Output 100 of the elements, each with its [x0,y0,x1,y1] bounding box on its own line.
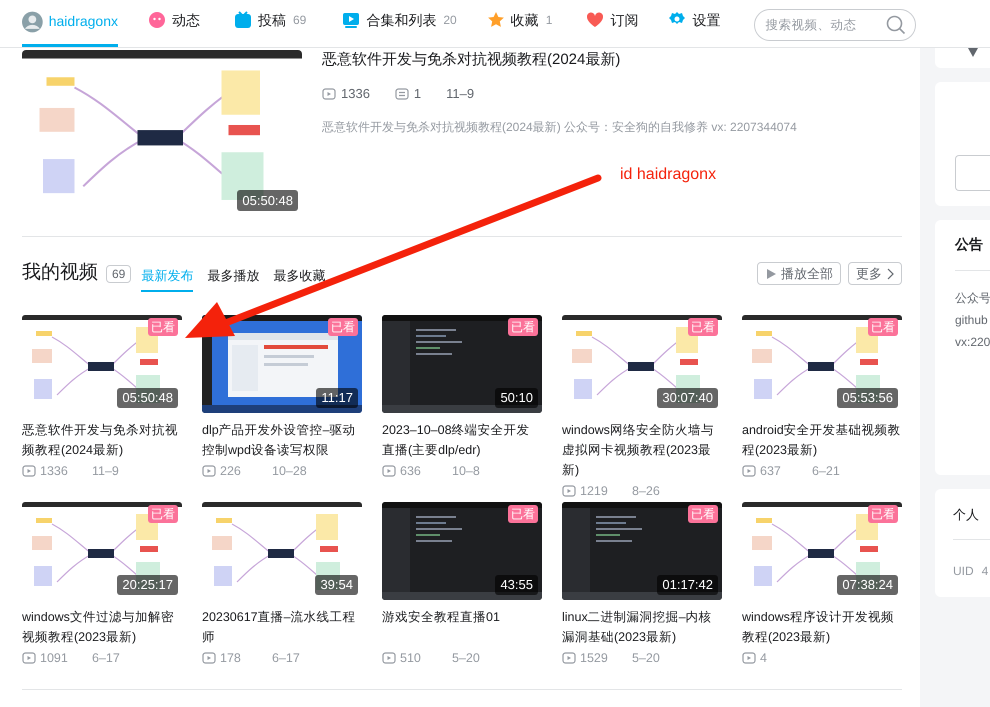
play-count-icon [22,464,36,478]
chevron-right-icon [886,268,894,280]
annotation-text: id haidragonx [620,165,716,185]
upload-date: 11–9 [92,463,119,480]
view-count: 1091 [40,650,69,667]
video-title[interactable]: 恶意软件开发与免杀对抗视频教程(2024最新) [322,50,797,70]
field-label: UID [953,563,974,580]
duration-label: 20:25:17 [117,575,178,595]
video-title[interactable]: linux二进制漏洞挖掘–内核漏洞基础(2023最新) [562,607,722,647]
duration-label: 43:55 [495,575,538,595]
video-count-badge: 69 [106,265,132,283]
nav-item[interactable]: 合集和列表 20 [342,0,457,47]
play-count-icon [742,651,756,666]
upload-date: 6–21 [812,463,840,480]
nav-item[interactable]: 投稿 69 [234,0,306,47]
video-title[interactable]: windows网络安全防火墙与虚拟网卡视频教程(2023最新) [562,420,722,480]
sort-tab[interactable]: 最多播放 [207,266,260,292]
play-count-icon [562,484,576,498]
video-title[interactable]: android安全开发基础视频教程(2023最新) [742,420,902,460]
video-thumbnail[interactable]: 已看 05:50:48 [22,315,182,413]
view-count: 1336 [341,85,370,103]
field-value: 4 [982,563,988,580]
video-thumbnail[interactable]: 已看 11:17 [202,315,362,413]
watched-badge: 已看 [508,505,538,523]
view-count: 178 [220,650,242,667]
play-count-icon [382,464,396,478]
watched-badge: 已看 [868,318,898,336]
duration-label: 50:10 [495,388,538,408]
upload-date: 5–20 [632,650,660,667]
duration-label: 05:50:48 [117,388,178,408]
nav-item[interactable]: 订阅 [586,0,638,47]
tv-icon [234,11,252,29]
watched-badge: 已看 [868,505,898,523]
video-thumbnail[interactable]: 已看 01:17:42 [562,502,722,600]
duration-label: 01:17:42 [657,575,718,595]
duration-label: 07:38:24 [837,575,898,595]
watched-badge: 已看 [688,505,718,523]
more-button[interactable]: 更多 [848,262,902,285]
star-icon [486,11,505,29]
duration-label: 05:53:56 [837,388,898,408]
video-title[interactable]: 2023–10–08终端安全开发直播(主要dlp/edr) [382,420,542,460]
view-count: 1336 [40,463,69,480]
watched-badge: 已看 [508,318,538,336]
watched-badge: 已看 [148,318,178,336]
play-count-icon [382,651,396,666]
video-thumbnail[interactable]: 39:54 [202,502,362,600]
view-count: 4 [760,650,768,667]
video-thumbnail[interactable]: 已看 43:55 [382,502,542,600]
video-description: 恶意软件开发与免杀对抗视频教程(2024最新) 公众号：安全狗的自我修养 vx: 2207344074 [322,118,797,136]
upload-date: 10–8 [452,463,480,480]
upload-date: 10–28 [272,463,307,480]
notice-text: vx:220 [955,334,989,351]
comment-icon [394,86,409,101]
play-count-icon [562,651,576,666]
nav-item[interactable]: 设置 [668,0,720,47]
play-all-button[interactable]: 播放全部 [757,262,841,285]
video-thumbnail[interactable]: 05:50:48 [22,50,302,217]
play-icon [765,268,777,280]
video-thumbnail[interactable]: 已看 20:25:17 [22,502,182,600]
heart-icon [586,11,604,29]
play-count-icon [202,651,216,666]
upload-date: 11–9 [446,85,474,103]
video-title[interactable]: dlp产品开发外设管控–驱动控制wpd设备读写权限 [202,420,362,460]
video-thumbnail[interactable]: 已看 05:53:56 [742,315,902,413]
video-title[interactable]: 20230617直播–流水线工程师 [202,607,362,647]
view-count: 226 [220,463,242,480]
avatar-icon [22,10,43,34]
card-title: 个人 [953,506,980,524]
duration-label: 05:50:48 [237,190,298,211]
video-title[interactable]: 游戏安全教程直播01 [382,607,542,647]
text-field[interactable] [955,155,990,191]
comment-count: 1 [414,85,422,103]
watched-badge: 已看 [688,318,718,336]
video-thumbnail[interactable]: 已看 07:38:24 [742,502,902,600]
section-title: 我的视频 [22,261,98,285]
video-title[interactable]: windows程序设计开发视频教程(2023最新) [742,607,902,647]
duration-label: 30:07:40 [657,388,718,408]
play-count-icon [742,464,756,478]
sort-tab[interactable]: 最多收藏 [273,266,326,292]
play-count-icon [22,651,36,666]
video-title[interactable]: windows文件过滤与加解密视频教程(2023最新) [22,607,182,647]
video-thumbnail[interactable]: 已看 50:10 [382,315,542,413]
watched-badge: 已看 [328,318,358,336]
upload-date: 8–26 [632,483,660,500]
upload-date: 5–20 [452,650,480,667]
video-title[interactable]: 恶意软件开发与免杀对抗视频教程(2024最新) [22,420,182,460]
video-thumbnail[interactable]: 已看 30:07:40 [562,315,722,413]
playlist-icon [342,11,360,29]
view-count: 510 [400,650,422,667]
view-count: 636 [400,463,422,480]
play-count-icon [322,86,336,101]
nav-item[interactable]: 收藏 1 [486,0,552,47]
card-title: 公告 [955,235,984,254]
duration-label: 39:54 [315,575,358,595]
search-field[interactable]: 搜索视频、动态 [754,9,916,41]
duration-label: 11:17 [316,388,358,408]
play-count-icon [202,464,216,478]
upload-date: 6–17 [92,650,120,667]
notice-text: github [955,312,989,329]
nav-item[interactable]: 动态 [148,0,200,47]
